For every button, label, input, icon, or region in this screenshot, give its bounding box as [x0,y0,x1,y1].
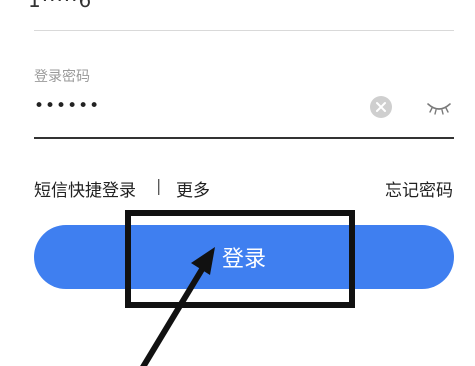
link-separator: | [156,176,162,195]
account-divider [34,30,454,31]
account-value[interactable]: 1·····6 [28,0,178,12]
login-button[interactable]: 登录 [34,225,454,289]
eye-closed-icon[interactable] [426,100,452,116]
password-divider [34,137,454,139]
login-button-label: 登录 [221,247,266,272]
password-input[interactable] [34,92,334,120]
more-link[interactable]: 更多 [176,176,210,201]
forgot-password-link[interactable]: 忘记密码 [385,176,453,201]
sms-login-link[interactable]: 短信快捷登录 [34,176,136,201]
clear-icon[interactable] [370,96,392,118]
password-label: 登录密码 [34,69,90,85]
